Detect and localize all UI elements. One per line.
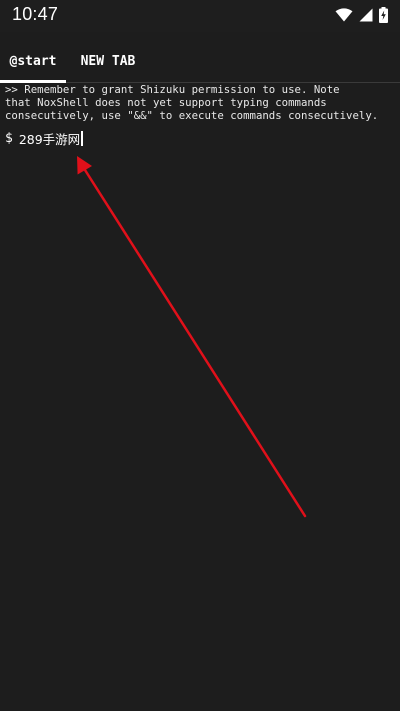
status-icons [335, 6, 388, 24]
tab-start[interactable]: @start [0, 40, 66, 82]
wifi-icon [335, 8, 353, 22]
terminal-output[interactable]: >> Remember to grant Shizuku permission … [0, 83, 400, 711]
prompt-symbol: $ [5, 130, 13, 146]
tab-bar: @start NEW TAB [0, 40, 400, 83]
tab-new-tab[interactable]: NEW TAB [66, 40, 150, 82]
battery-charging-icon [379, 7, 388, 23]
signal-icon [359, 8, 373, 22]
command-prompt-line[interactable]: $ 289手游网 [5, 129, 84, 148]
text-cursor [81, 130, 84, 146]
command-input[interactable]: 289手游网 [19, 129, 80, 148]
status-bar: 10:47 [0, 0, 400, 32]
status-time: 10:47 [12, 4, 59, 24]
terminal-intro-message: >> Remember to grant Shizuku permission … [5, 83, 379, 122]
